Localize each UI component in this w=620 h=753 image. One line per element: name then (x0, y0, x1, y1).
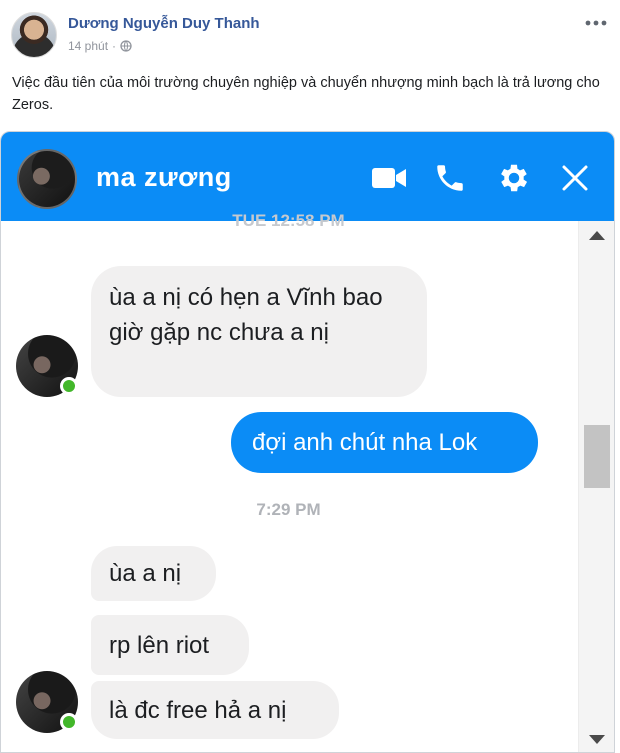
chat-scrollbar[interactable] (578, 221, 614, 752)
post-meta: 14 phút · (68, 39, 132, 53)
message-bubble-incoming[interactable]: ùa a nị có hẹn a Vĩnh bao giờ gặp nc chư… (91, 266, 427, 397)
scroll-thumb[interactable] (584, 425, 610, 488)
more-options-icon[interactable] (584, 10, 608, 33)
post-text: Việc đầu tiên của môi trường chuyên nghi… (12, 75, 600, 113)
video-call-icon[interactable] (370, 159, 408, 197)
contact-avatar[interactable] (17, 149, 77, 209)
message-bubble-outgoing[interactable]: đợi anh chút nha Lok (231, 412, 538, 473)
sender-avatar[interactable] (16, 335, 78, 397)
online-status-indicator (60, 713, 78, 731)
online-status-indicator (60, 377, 78, 395)
globe-icon[interactable] (120, 40, 132, 52)
sender-avatar[interactable] (16, 671, 78, 733)
message-bubble-incoming[interactable]: ùa a nị (91, 546, 216, 601)
chat-header: ma zương (1, 132, 614, 221)
voice-call-icon[interactable] (431, 159, 469, 197)
timestamp-top: TUE 12:58 PM (232, 211, 345, 230)
author-name[interactable]: Dương Nguyễn Duy Thanh (68, 15, 260, 32)
meta-separator: · (112, 39, 117, 53)
settings-gear-icon[interactable] (495, 159, 533, 197)
scroll-up-arrow-icon[interactable] (589, 231, 605, 240)
timestamp-middle: 7:29 PM (256, 500, 321, 519)
close-icon[interactable] (556, 159, 594, 197)
chat-window: ma zương TUE 12:58 PM ùa a nị có hẹn a V… (0, 131, 615, 753)
message-bubble-incoming[interactable]: là đc free hả a nị (91, 681, 339, 739)
message-bubble-incoming[interactable]: rp lên riot (91, 615, 249, 675)
contact-name[interactable]: ma zương (96, 162, 232, 193)
scroll-down-arrow-icon[interactable] (589, 735, 605, 744)
author-avatar[interactable] (11, 12, 57, 58)
post-time[interactable]: 14 phút (68, 39, 108, 53)
post-header: Dương Nguyễn Duy Thanh 14 phút · (0, 0, 620, 68)
chat-body: TUE 12:58 PM ùa a nị có hẹn a Vĩnh bao g… (1, 211, 614, 752)
